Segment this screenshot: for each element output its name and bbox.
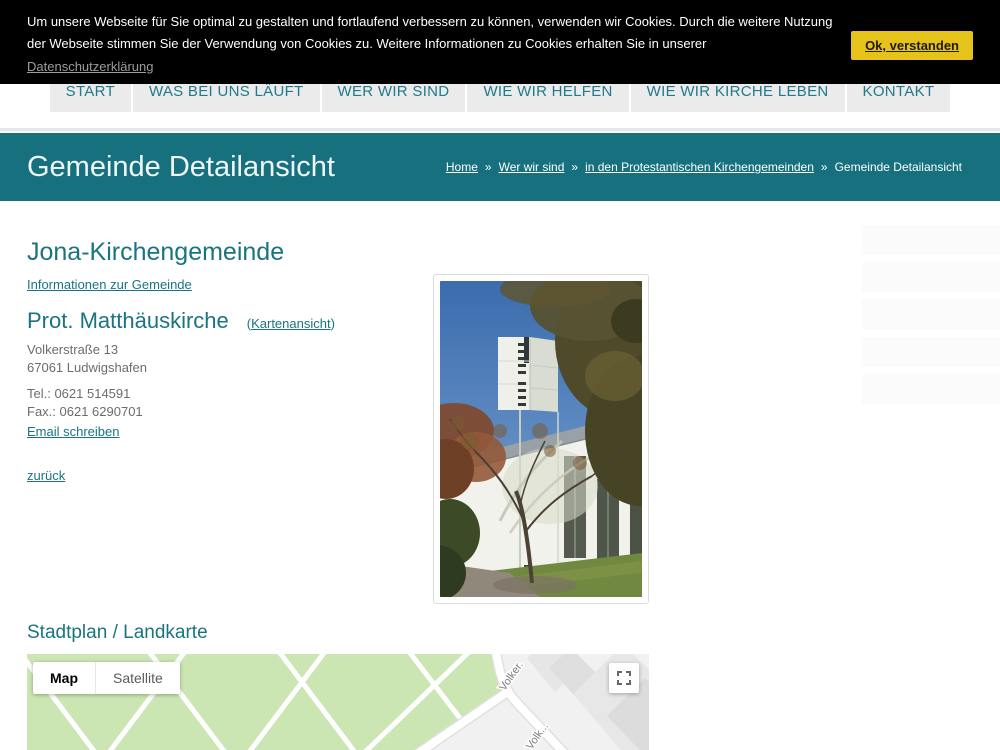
google-map[interactable]: Volker. Volk... Map Satellite — [27, 654, 649, 750]
cookie-consent-banner: Um unsere Webseite für Sie optimal zu ge… — [0, 0, 1000, 84]
paren-close: ) — [331, 316, 335, 331]
fullscreen-icon — [617, 671, 631, 685]
church-photo-illustration — [440, 281, 642, 597]
breadcrumb-separator: » — [821, 160, 828, 174]
breadcrumb-kirchengemeinden[interactable]: in den Protestantischen Kirchengemeinden — [585, 160, 814, 174]
satellite-button[interactable]: Satellite — [95, 662, 180, 694]
breadcrumb-wer-wir-sind[interactable]: Wer wir sind — [499, 160, 565, 174]
map-view-link-wrap: (Kartenansicht) — [247, 316, 335, 331]
community-title: Jona-Kirchengemeinde — [27, 238, 284, 267]
back-link[interactable]: zurück — [27, 468, 65, 483]
church-heading-row: Prot. Matthäuskirche (Kartenansicht) — [27, 308, 335, 334]
email-link[interactable]: Email schreiben — [27, 424, 120, 439]
breadcrumb-separator: » — [485, 160, 492, 174]
breadcrumb-separator: » — [571, 160, 578, 174]
page-title: Gemeinde Detailansicht — [27, 151, 335, 184]
breadcrumb: Home » Wer wir sind » in den Protestanti… — [446, 160, 962, 174]
map-view-link[interactable]: Kartenansicht — [251, 316, 331, 331]
page-root: START WAS BEI UNS LÄUFT WER WIR SIND WIE… — [0, 0, 1000, 750]
map-type-control: Map Satellite — [33, 662, 180, 694]
fax-number: Fax.: 0621 6290701 — [27, 404, 143, 419]
page-title-band: Gemeinde Detailansicht Home » Wer wir si… — [0, 133, 1000, 201]
faded-sidebar-box — [862, 337, 1000, 367]
church-name: Prot. Matthäuskirche — [27, 308, 229, 334]
address-street: Volkerstraße 13 — [27, 342, 118, 357]
cookie-accept-button[interactable]: Ok, verstanden — [851, 31, 973, 60]
cookie-text-line1: Um unsere Webseite für Sie optimal zu ge… — [27, 11, 800, 33]
faded-sidebar-box — [862, 262, 1000, 292]
church-photo — [433, 274, 649, 604]
faded-sidebar-box — [862, 374, 1000, 404]
cookie-text-line2: der Webseite stimmen Sie der Verwendung … — [27, 33, 800, 55]
breadcrumb-home[interactable]: Home — [446, 160, 478, 174]
telephone-number: Tel.: 0621 514591 — [27, 386, 130, 401]
band-top-divider — [0, 128, 1000, 131]
fullscreen-button[interactable] — [609, 663, 639, 693]
address-city: 67061 Ludwigshafen — [27, 360, 147, 375]
faded-sidebar-box — [862, 299, 1000, 329]
faded-sidebar-box — [862, 225, 1000, 255]
map-section-heading: Stadtplan / Landkarte — [27, 622, 208, 644]
map-button[interactable]: Map — [33, 662, 95, 694]
community-info-link[interactable]: Informationen zur Gemeinde — [27, 277, 192, 292]
address-block: Volkerstraße 13 67061 Ludwigshafen — [27, 341, 147, 377]
telfax-block: Tel.: 0621 514591 Fax.: 0621 6290701 — [27, 385, 143, 421]
breadcrumb-current: Gemeinde Detailansicht — [835, 160, 962, 174]
privacy-policy-link[interactable]: Datenschutzerklärung — [27, 55, 153, 78]
